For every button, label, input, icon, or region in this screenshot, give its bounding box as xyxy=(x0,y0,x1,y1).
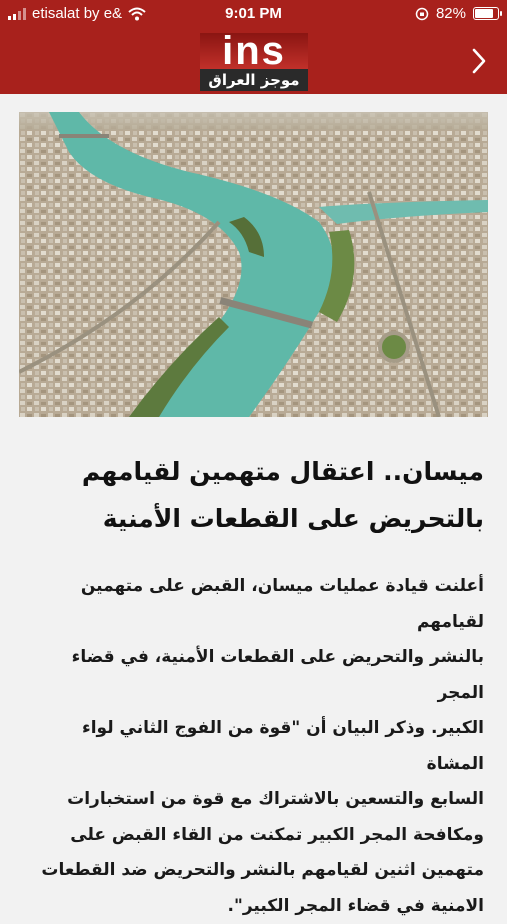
article-body-line: السابع والتسعين بالاشتراك مع قوة من استخ… xyxy=(20,782,484,818)
logo-main-text: ins xyxy=(200,33,308,69)
battery-icon xyxy=(473,7,499,20)
article-body-line: الكبير. وذكر البيان أن "قوة من الفوج الث… xyxy=(20,711,484,782)
orientation-lock-icon xyxy=(415,7,429,21)
status-bar: etisalat by e& 9:01 PM 82% xyxy=(0,0,507,28)
aerial-river-photo xyxy=(19,112,488,417)
app-logo: ins موجز العراق xyxy=(200,33,308,91)
battery-percent: 82% xyxy=(436,5,466,22)
status-right: 82% xyxy=(415,5,499,22)
article-body-line: أعلنت قيادة عمليات ميسان، القبض على متهم… xyxy=(20,569,484,640)
article-body-line: ومكافحة المجر الكبير تمكنت من القاء القب… xyxy=(20,818,484,854)
article-title: ميسان.. اعتقال متهمين لقيامهم بالتحريض ع… xyxy=(20,448,484,542)
logo-sub-text: موجز العراق xyxy=(200,69,308,91)
app-header: etisalat by e& 9:01 PM 82% ins موجز العر… xyxy=(0,0,507,94)
article-title-line: بالتحريض على القطعات الأمنية xyxy=(20,495,484,542)
article-title-line: ميسان.. اعتقال متهمين لقيامهم xyxy=(20,448,484,495)
chevron-right-icon[interactable] xyxy=(464,46,494,76)
article-body-line: الامنية في قضاء المجر الكبير". xyxy=(20,889,484,924)
article-body-line: بالنشر والتحريض على القطعات الأمنية، في … xyxy=(20,640,484,711)
article-hero-image xyxy=(19,112,488,417)
article-body-line: متهمين اثنين لقيامهم بالنشر والتحريض ضد … xyxy=(20,853,484,889)
article-body: أعلنت قيادة عمليات ميسان، القبض على متهم… xyxy=(20,569,484,924)
